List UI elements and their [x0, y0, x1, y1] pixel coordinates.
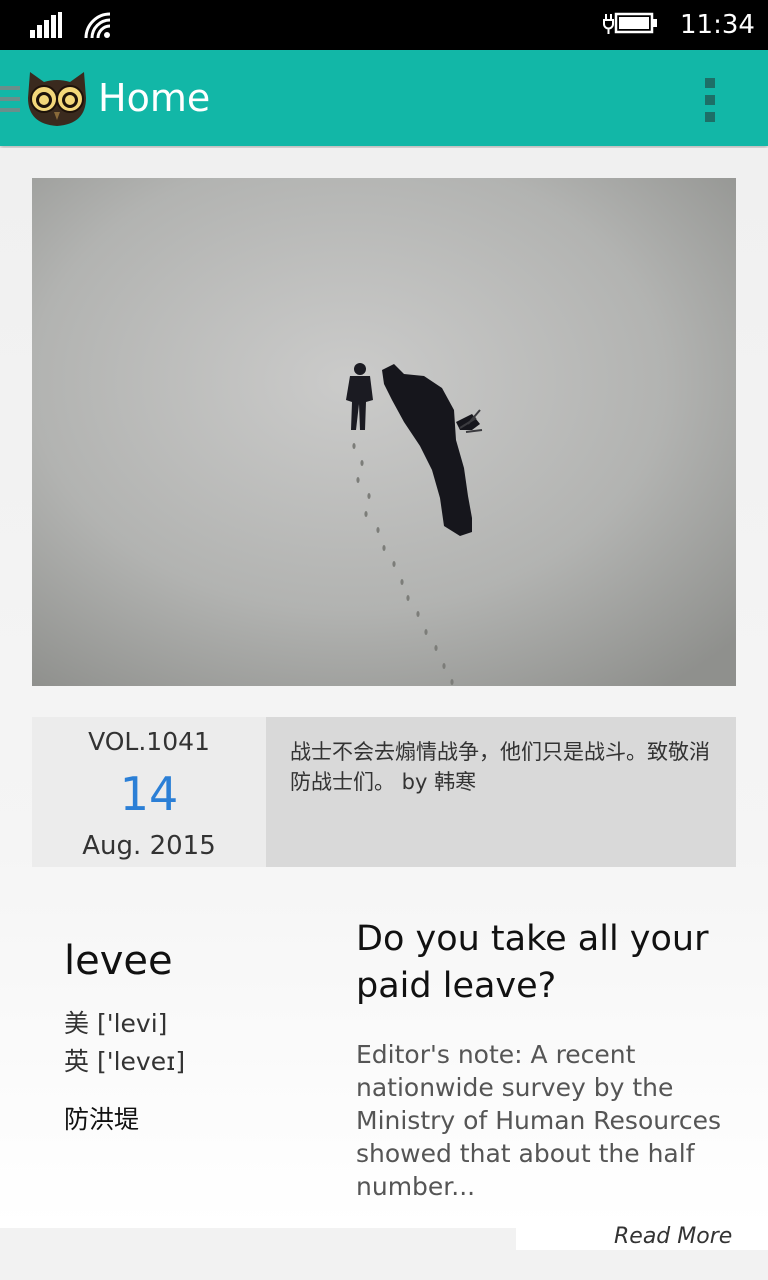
wifi-icon — [84, 12, 111, 39]
date-panel: VOL.1041 14 Aug. 2015 — [32, 717, 266, 867]
read-more-link[interactable]: Read More — [614, 1224, 732, 1249]
month-year: Aug. 2015 — [82, 831, 216, 861]
owl-logo-icon[interactable] — [24, 70, 90, 128]
cover-photo[interactable] — [32, 178, 736, 686]
volume-number: VOL.1041 — [88, 727, 210, 756]
more-vertical-icon[interactable] — [702, 78, 718, 122]
clock: 11:34 — [680, 10, 755, 40]
uk-pronunciation: 英 ['leveɪ] — [64, 1047, 186, 1076]
signal-icon — [30, 12, 62, 38]
article-excerpt: Editor's note: A recent nationwide surve… — [356, 1040, 721, 1201]
daily-card[interactable]: VOL.1041 14 Aug. 2015 战士不会去煽情战争，他们只是战斗。致… — [0, 148, 768, 1228]
quote-text: 战士不会去煽情战争，他们只是战斗。致敬消防战士们。 by 韩寒 — [290, 740, 710, 794]
hamburger-menu-icon[interactable] — [0, 84, 22, 114]
article-title[interactable]: Do you take all your paid leave? — [356, 916, 736, 1010]
page-title: Home — [98, 76, 211, 120]
quote-panel[interactable]: 战士不会去煽情战争，他们只是战斗。致敬消防战士们。 by 韩寒 — [266, 717, 736, 867]
battery-icon — [603, 12, 657, 34]
word-meaning: 防洪堤 — [64, 1105, 140, 1134]
word-of-day[interactable]: levee — [64, 938, 173, 984]
app-bar: Home — [0, 50, 768, 146]
cover-photo-image — [32, 178, 736, 686]
day-number: 14 — [119, 767, 179, 821]
us-pronunciation: 美 ['levi] — [64, 1009, 168, 1038]
status-bar: 11:34 — [0, 0, 768, 50]
